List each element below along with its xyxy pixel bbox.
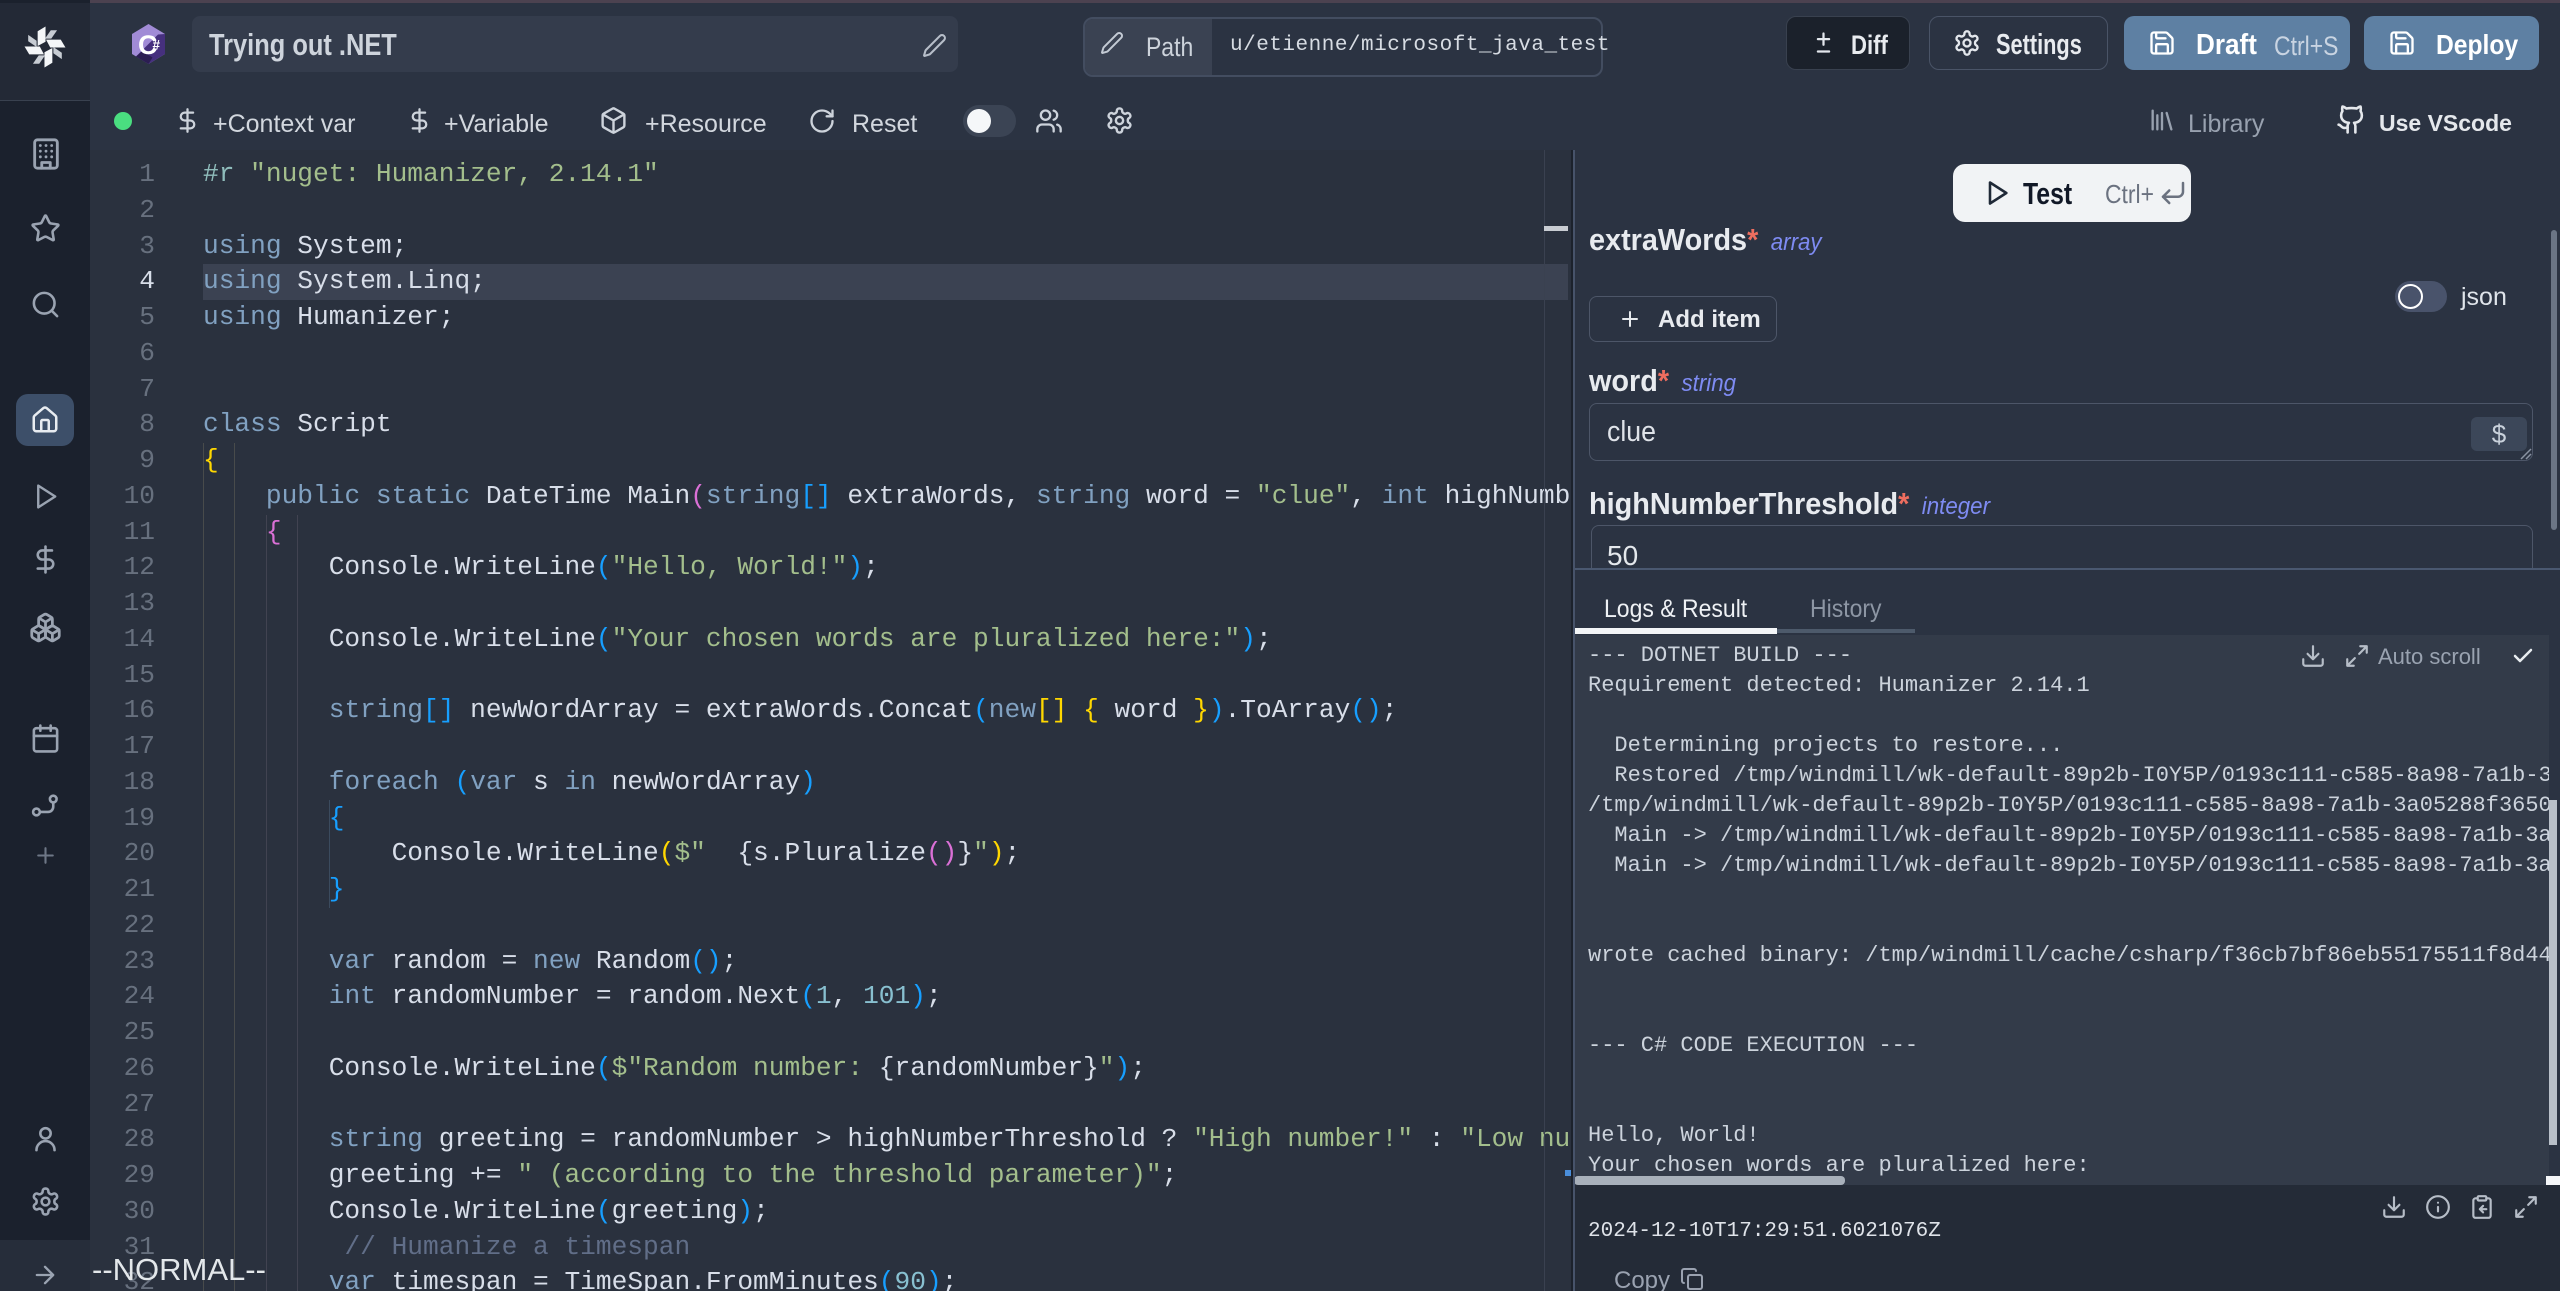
svg-text:#: #	[153, 38, 161, 53]
